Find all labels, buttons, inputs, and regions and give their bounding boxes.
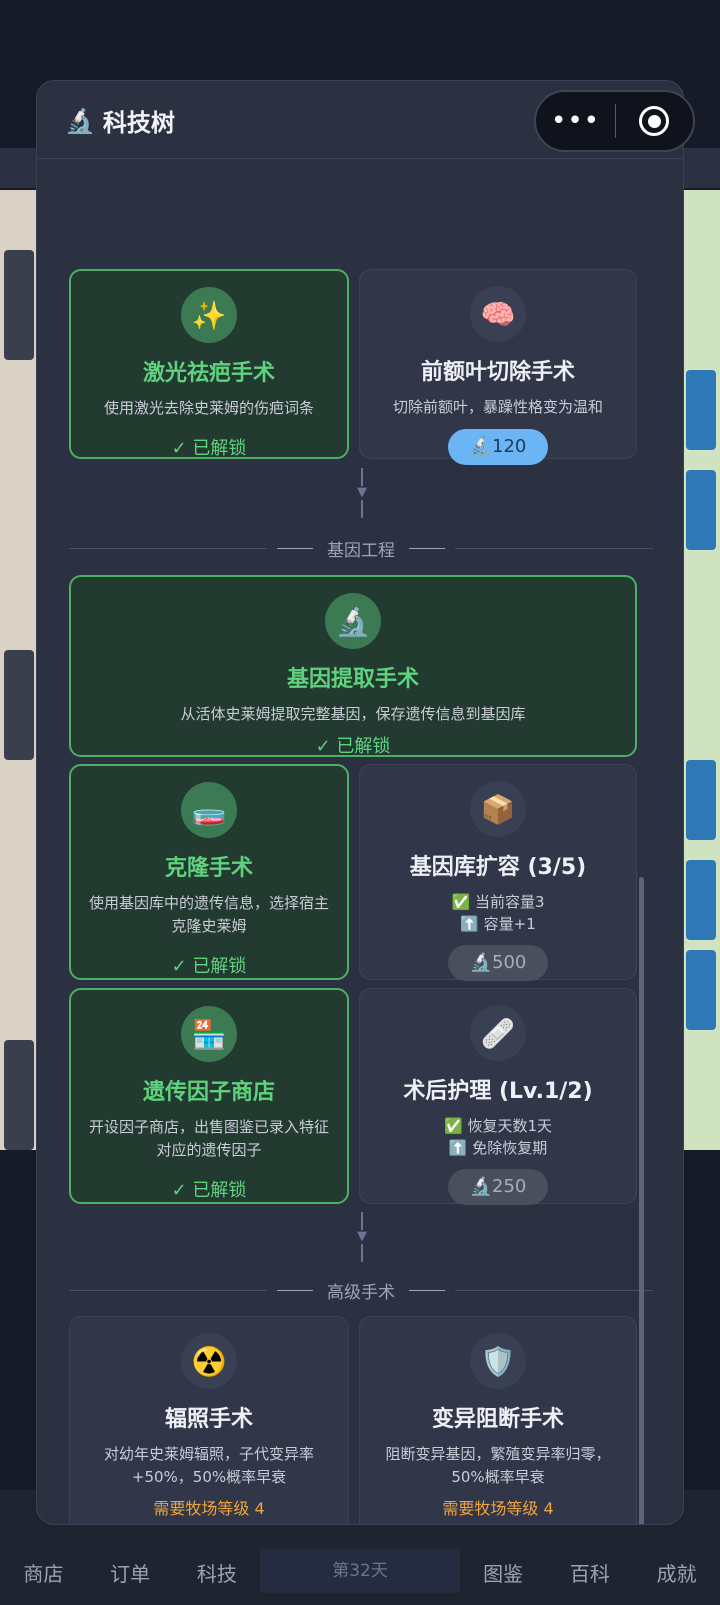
tech-node-gene-extraction[interactable]: 🔬 基因提取手术 从活体史莱姆提取完整基因，保存遗传信息到基因库 ✓ 已解锁 bbox=[69, 575, 637, 757]
unlocked-status: ✓ 已解锁 bbox=[171, 1180, 247, 1201]
tech-node-clone[interactable]: 🧫 克隆手术 使用基因库中的遗传信息，选择宿主克隆史莱姆 ✓ 已解锁 bbox=[69, 764, 349, 980]
next-effect: ⬆️ 免除恢复期 bbox=[448, 1139, 548, 1157]
tech-node-lobotomy[interactable]: 🧠 前额叶切除手术 切除前额叶，暴躁性格变为温和 🔬120 bbox=[359, 269, 637, 465]
tree-connector: ▼ bbox=[352, 468, 372, 524]
section-label: 高级手术 bbox=[327, 1282, 395, 1303]
node-name: 克隆手术 bbox=[164, 856, 253, 881]
nav-tech[interactable]: 科技 bbox=[174, 1558, 261, 1587]
background-scene-right bbox=[682, 190, 720, 1150]
research-cost-button[interactable]: 🔬120 bbox=[447, 429, 549, 465]
tech-node-gene-shop[interactable]: 🏪 遗传因子商店 开设因子商店，出售图鉴已录入特征对应的遗传因子 ✓ 已解锁 bbox=[69, 988, 349, 1204]
microscope-icon: 🔬 bbox=[325, 593, 381, 649]
research-cost-button[interactable]: 🔬500 bbox=[447, 945, 549, 981]
cost-value: 250 bbox=[492, 1176, 527, 1197]
section-label: 基因工程 bbox=[327, 540, 395, 561]
scrollbar[interactable] bbox=[639, 877, 644, 1524]
microscope-icon: 🔬 bbox=[469, 1176, 493, 1197]
node-name: 基因库扩容 (3/5) bbox=[409, 855, 587, 880]
next-effect: ⬆️ 容量+1 bbox=[460, 915, 536, 933]
node-desc: 使用激光去除史莱姆的伤疤词条 bbox=[103, 399, 314, 417]
node-desc: 对幼年史莱姆辐照，子代变异率+50%，50%概率早衰 bbox=[103, 1445, 314, 1486]
node-desc: 使用基因库中的遗传信息，选择宿主克隆史莱姆 bbox=[88, 894, 329, 935]
target-icon bbox=[639, 106, 670, 136]
day-indicator: 第32天 bbox=[260, 1549, 460, 1593]
tree-connector: ▼ bbox=[352, 1212, 372, 1268]
node-name: 术后护理 (Lv.1/2) bbox=[403, 1079, 593, 1104]
microscope-icon: 🔬 bbox=[469, 436, 493, 457]
tech-node-mutation-block[interactable]: 🛡️ 变异阻断手术 阻断变异基因，繁殖变异率归零，50%概率早衰 需要牧场等级 … bbox=[359, 1316, 637, 1524]
brain-icon: 🧠 bbox=[470, 286, 526, 342]
research-cost-button[interactable]: 🔬250 bbox=[447, 1169, 549, 1205]
modal-title-text: 科技树 bbox=[102, 109, 175, 137]
tech-node-laser-scar[interactable]: ✨ 激光祛疤手术 使用激光去除史莱姆的伤疤词条 ✓ 已解锁 bbox=[69, 269, 349, 459]
tech-node-post-op-care[interactable]: 🩹 术后护理 (Lv.1/2) ✅ 恢复天数1天 ⬆️ 免除恢复期 🔬250 bbox=[359, 988, 637, 1205]
more-button[interactable]: ••• bbox=[536, 106, 615, 136]
radiation-icon: ☢️ bbox=[181, 1333, 237, 1389]
package-icon: 📦 bbox=[470, 781, 526, 837]
tech-tree-modal: 🔬 科技树 ✨ 激光祛疤手术 使用激光去除史莱姆的伤疤词条 ✓ 已解锁 🧠 前额… bbox=[36, 80, 684, 1525]
modal-title: 🔬 科技树 bbox=[65, 103, 175, 138]
node-name: 辐照手术 bbox=[164, 1407, 253, 1432]
nav-wiki[interactable]: 百科 bbox=[547, 1558, 634, 1587]
store-icon: 🏪 bbox=[181, 1006, 237, 1062]
sparkles-icon: ✨ bbox=[181, 287, 237, 343]
background-scene-left bbox=[0, 190, 38, 1150]
nav-orders[interactable]: 订单 bbox=[87, 1558, 174, 1587]
node-desc: 开设因子商店，出售图鉴已录入特征对应的遗传因子 bbox=[88, 1118, 329, 1159]
cost-value: 120 bbox=[492, 436, 527, 457]
node-name: 基因提取手术 bbox=[286, 667, 419, 692]
node-name: 变异阻断手术 bbox=[431, 1407, 564, 1432]
section-advanced-surgery: 高级手术 bbox=[69, 1278, 653, 1303]
current-effect: ✅ 当前容量3 bbox=[451, 893, 545, 911]
unlocked-status: ✓ 已解锁 bbox=[315, 736, 391, 757]
nav-achievements[interactable]: 成就 bbox=[633, 1558, 720, 1587]
tech-node-irradiation[interactable]: ☢️ 辐照手术 对幼年史莱姆辐照，子代变异率+50%，50%概率早衰 需要牧场等… bbox=[69, 1316, 349, 1524]
requirement-text: 需要牧场等级 4 bbox=[153, 1499, 265, 1518]
tech-tree-content[interactable]: ✨ 激光祛疤手术 使用激光去除史莱姆的伤疤词条 ✓ 已解锁 🧠 前额叶切除手术 … bbox=[37, 159, 683, 1524]
bandage-icon: 🩹 bbox=[470, 1005, 526, 1061]
miniprogram-capsule: ••• bbox=[534, 90, 695, 152]
requirement-text: 需要牧场等级 4 bbox=[442, 1499, 554, 1518]
unlocked-status: ✓ 已解锁 bbox=[171, 956, 247, 977]
node-name: 前额叶切除手术 bbox=[420, 360, 575, 385]
node-desc: 从活体史莱姆提取完整基因，保存遗传信息到基因库 bbox=[180, 705, 526, 723]
tech-node-gene-bank[interactable]: 📦 基因库扩容 (3/5) ✅ 当前容量3 ⬆️ 容量+1 🔬500 bbox=[359, 764, 637, 981]
shield-icon: 🛡️ bbox=[470, 1333, 526, 1389]
section-gene-engineering: 基因工程 bbox=[69, 536, 653, 561]
current-effect: ✅ 恢复天数1天 bbox=[444, 1117, 552, 1135]
node-desc: 阻断变异基因，繁殖变异率归零，50%概率早衰 bbox=[385, 1445, 611, 1486]
node-desc: 切除前额叶，暴躁性格变为温和 bbox=[392, 398, 603, 416]
close-miniprogram-button[interactable] bbox=[616, 106, 693, 136]
microscope-icon: 🔬 bbox=[65, 106, 95, 135]
petri-dish-icon: 🧫 bbox=[181, 782, 237, 838]
node-name: 激光祛疤手术 bbox=[142, 361, 275, 386]
nav-codex[interactable]: 图鉴 bbox=[460, 1558, 547, 1587]
node-name: 遗传因子商店 bbox=[142, 1080, 275, 1105]
nav-shop[interactable]: 商店 bbox=[0, 1558, 87, 1587]
unlocked-status: ✓ 已解锁 bbox=[171, 438, 247, 459]
cost-value: 500 bbox=[492, 952, 527, 973]
microscope-icon: 🔬 bbox=[469, 952, 493, 973]
